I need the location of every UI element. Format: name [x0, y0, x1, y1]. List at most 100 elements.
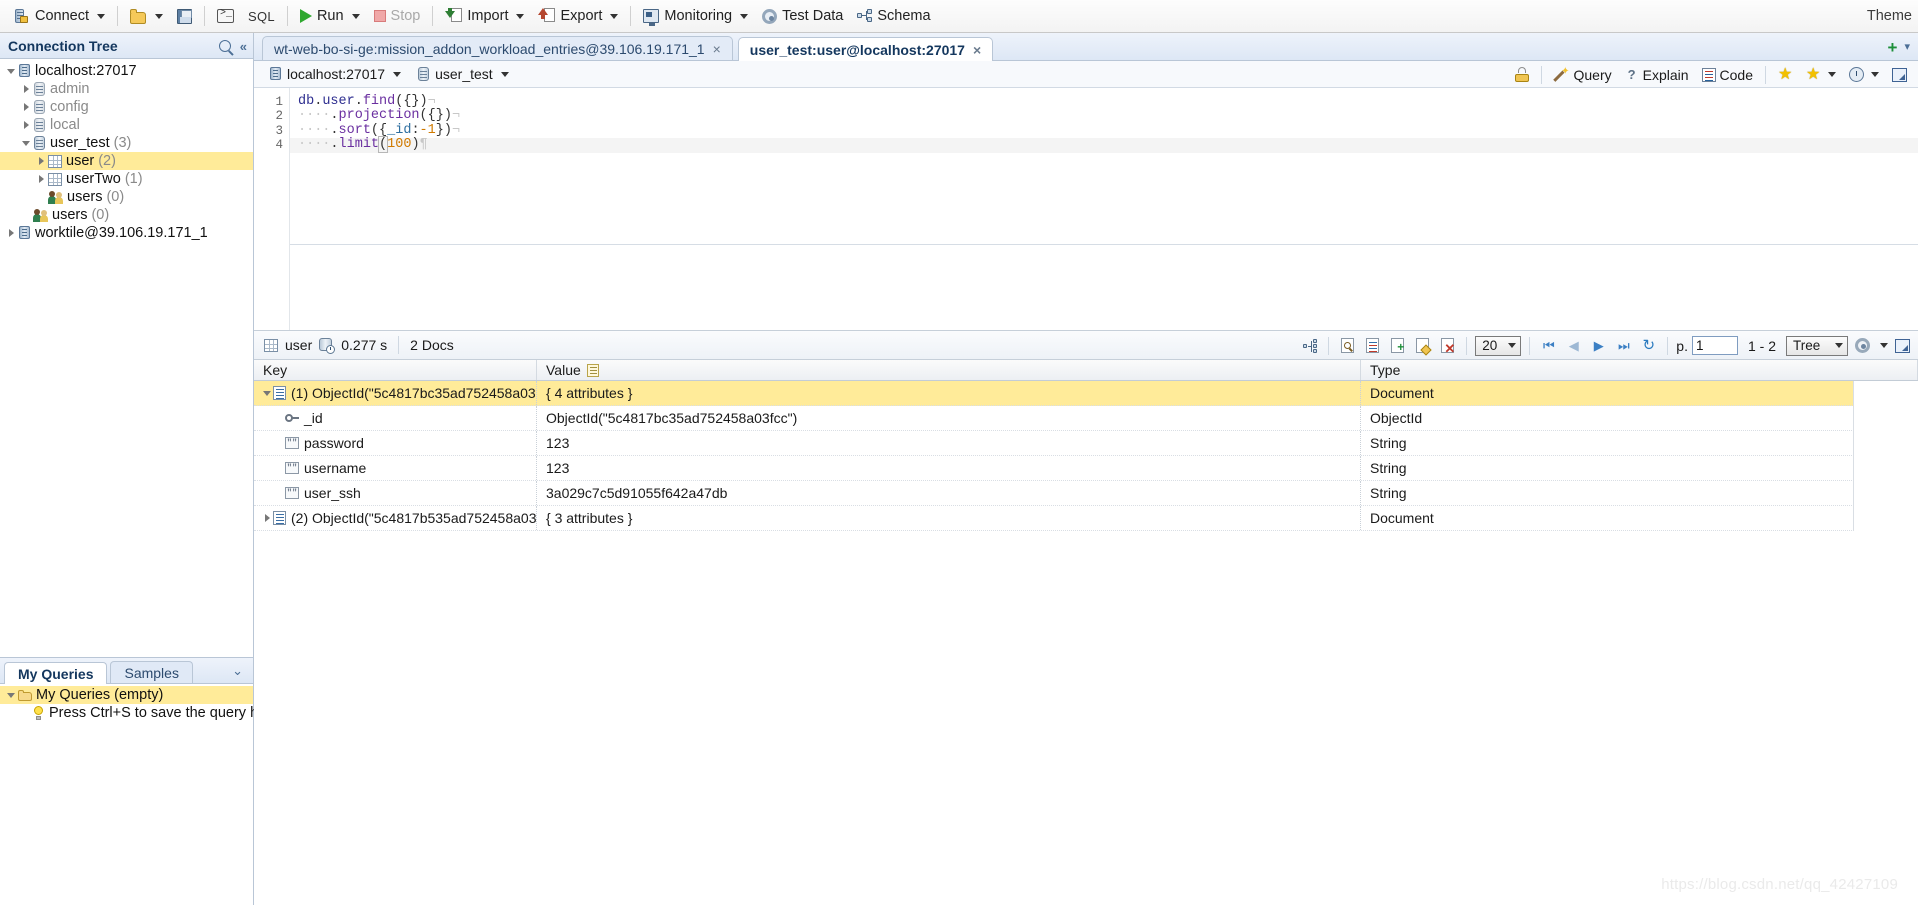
table-row[interactable]: "" username 123 String: [254, 456, 1854, 481]
maximize-editor-button[interactable]: [1887, 66, 1912, 84]
table-row[interactable]: "" user_ssh 3a029c7c5d91055f642a47db String: [254, 481, 1854, 506]
save-file-button[interactable]: [170, 4, 199, 29]
tree-expander[interactable]: [19, 140, 33, 146]
tree-expander[interactable]: [19, 121, 33, 129]
search-icon[interactable]: [218, 40, 231, 52]
tree-node-worktile-39-106-19-171-1[interactable]: worktile@39.106.19.171_1: [0, 224, 253, 242]
queries-tab-samples[interactable]: Samples: [110, 661, 193, 683]
new-tab-icon[interactable]: +: [1888, 39, 1898, 56]
run-button[interactable]: Run: [293, 4, 367, 29]
view-mode-select[interactable]: Tree: [1786, 335, 1848, 356]
connection-selector[interactable]: localhost:27017: [263, 64, 407, 84]
close-icon[interactable]: ×: [973, 43, 981, 57]
tree-expander[interactable]: [34, 175, 48, 183]
chevron-down-icon[interactable]: [610, 13, 619, 19]
table-row[interactable]: (1) ObjectId("5c4817bc35ad752458a03fcc")…: [254, 381, 1854, 406]
tree-expander[interactable]: [4, 692, 18, 698]
tree-node-user-test[interactable]: user_test (3): [0, 134, 253, 152]
grid-header-value[interactable]: Value: [537, 360, 1361, 380]
schema-button[interactable]: Schema: [850, 4, 937, 29]
queries-tab-my-queries[interactable]: My Queries: [4, 662, 108, 684]
import-button[interactable]: Import: [438, 4, 531, 29]
database-selector[interactable]: user_test: [411, 64, 515, 84]
add-favorite-button[interactable]: ★: [1773, 65, 1798, 84]
edit-document-button[interactable]: [1412, 335, 1433, 356]
chevron-down-icon[interactable]: [155, 13, 164, 19]
connection-tree[interactable]: localhost:27017 admin config local user_test…: [0, 59, 253, 657]
sql-button[interactable]: SQL: [241, 4, 282, 29]
editor-tab[interactable]: user_test:user@localhost:27017 ×: [737, 37, 994, 61]
shell-button[interactable]: [210, 4, 241, 29]
query-editor[interactable]: 1234 db.user.find({})¬ ····.projection({…: [254, 88, 1918, 331]
row-value-cell[interactable]: ObjectId("5c4817bc35ad752458a03fcc"): [537, 406, 1361, 430]
row-value-cell[interactable]: 123: [537, 431, 1361, 455]
page-number-input[interactable]: [1691, 336, 1738, 355]
page-size-select[interactable]: 20: [1475, 335, 1522, 356]
tree-expander[interactable]: [19, 85, 33, 93]
prev-page-button[interactable]: ◀: [1563, 335, 1584, 356]
editor-tabbar[interactable]: wt-web-bo-si-ge:mission_addon_workload_e…: [254, 33, 1918, 61]
editor-tab[interactable]: wt-web-bo-si-ge:mission_addon_workload_e…: [262, 36, 733, 60]
add-document-button[interactable]: +: [1387, 335, 1408, 356]
maximize-results-button[interactable]: [1892, 335, 1913, 356]
tree-node-usertwo[interactable]: userTwo (1): [0, 170, 253, 188]
explain-button[interactable]: ? Explain: [1620, 65, 1694, 85]
tree-expander[interactable]: [4, 68, 18, 74]
close-icon[interactable]: ×: [713, 42, 721, 56]
view-document-button[interactable]: [1337, 335, 1358, 356]
table-row[interactable]: (2) ObjectId("5c4817b535ad752458a03fcb")…: [254, 506, 1854, 531]
chevron-down-icon[interactable]: [500, 71, 509, 77]
test-data-button[interactable]: Test Data: [755, 4, 850, 29]
tree-node-admin[interactable]: admin: [0, 80, 253, 98]
row-expander[interactable]: [261, 514, 273, 522]
tree-node-users[interactable]: users (0): [0, 188, 253, 206]
tree-node-config[interactable]: config: [0, 98, 253, 116]
chevron-down-icon[interactable]: [1828, 72, 1836, 77]
connect-button[interactable]: Connect: [6, 4, 112, 29]
query-builder-button[interactable]: ✦ Query: [1549, 65, 1616, 85]
readonly-lock-button[interactable]: [1510, 65, 1534, 84]
next-page-button[interactable]: ▶: [1588, 335, 1609, 356]
refresh-button[interactable]: ↻: [1638, 335, 1659, 356]
code-button[interactable]: Code: [1697, 65, 1758, 85]
row-value-cell[interactable]: 3a029c7c5d91055f642a47db: [537, 481, 1361, 505]
tree-node-users[interactable]: users (0): [0, 206, 253, 224]
tree-node-user[interactable]: user (2): [0, 152, 253, 170]
chevron-down-icon[interactable]: [97, 13, 106, 19]
row-value-cell[interactable]: { 4 attributes }: [537, 381, 1361, 405]
queries-tabbar[interactable]: My Queries Samples ⌄: [0, 658, 253, 684]
monitoring-button[interactable]: Monitoring: [636, 4, 755, 29]
chevron-down-icon[interactable]: [1871, 72, 1879, 77]
row-value-cell[interactable]: 123: [537, 456, 1361, 480]
tree-node-local[interactable]: local: [0, 116, 253, 134]
tab-list-chevron-icon[interactable]: ▾: [1904, 42, 1910, 53]
chevron-down-icon[interactable]: [393, 71, 402, 77]
chevron-double-down-icon[interactable]: ⌄: [232, 663, 243, 679]
tree-expander[interactable]: [34, 157, 48, 165]
collapse-icon[interactable]: «: [240, 40, 247, 53]
export-button[interactable]: Export: [531, 4, 625, 29]
chevron-down-icon[interactable]: [740, 13, 749, 19]
grid-header-type[interactable]: Type: [1361, 360, 1918, 380]
table-row[interactable]: "" password 123 String: [254, 431, 1854, 456]
code-area[interactable]: db.user.find({})¬ ····.projection({})¬ ·…: [290, 88, 1918, 330]
open-file-button[interactable]: [123, 4, 170, 29]
theme-button[interactable]: Theme: [1867, 8, 1912, 24]
stop-button[interactable]: Stop: [367, 4, 428, 29]
results-settings-button[interactable]: [1852, 335, 1873, 356]
grid-header-key[interactable]: Key: [254, 360, 537, 380]
history-button[interactable]: [1844, 65, 1884, 84]
view-json-button[interactable]: [1362, 335, 1383, 356]
chevron-down-icon[interactable]: [351, 13, 360, 19]
row-expander[interactable]: [261, 390, 273, 396]
tree-expander[interactable]: [4, 229, 18, 237]
tree-node-localhost-27017[interactable]: localhost:27017: [0, 62, 253, 80]
tree-expander[interactable]: [19, 103, 33, 111]
delete-document-button[interactable]: ✕: [1437, 335, 1458, 356]
last-page-button[interactable]: ⏭: [1613, 335, 1634, 356]
schema-view-button[interactable]: [1299, 335, 1320, 356]
first-page-button[interactable]: ⏮: [1538, 335, 1559, 356]
favorites-button[interactable]: ★: [1801, 65, 1841, 84]
table-row[interactable]: _id ObjectId("5c4817bc35ad752458a03fcc") O…: [254, 406, 1854, 431]
queries-root-item[interactable]: My Queries (empty): [0, 686, 253, 704]
